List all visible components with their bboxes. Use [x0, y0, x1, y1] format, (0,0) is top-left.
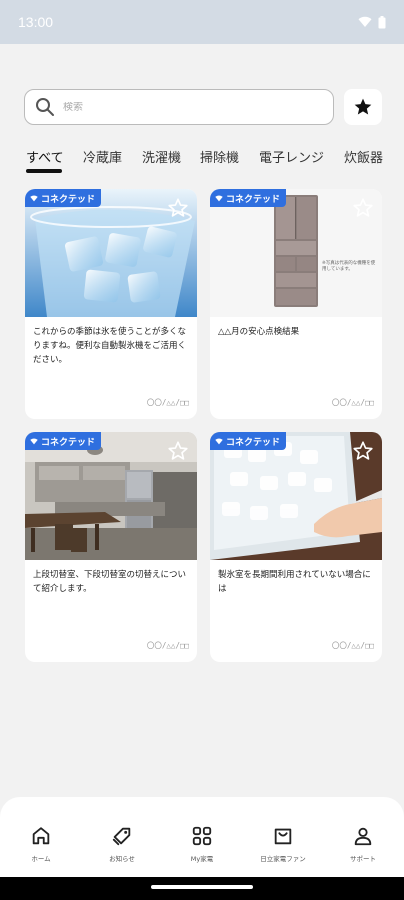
- nav-label: ホーム: [31, 855, 51, 863]
- person-icon: [354, 827, 372, 846]
- connected-badge: コネクテッド: [210, 189, 287, 207]
- connected-badge: コネクテッド: [25, 189, 102, 207]
- nav-fan-club[interactable]: 日立家電ファン: [243, 825, 323, 863]
- tab-all[interactable]: すべて: [26, 147, 64, 166]
- wifi-icon: [30, 438, 38, 444]
- nav-label: My家電: [190, 855, 214, 863]
- article-card[interactable]: コネクテッド 製氷室を長期間利用されていない場合には 〇〇/△△/□□: [210, 432, 382, 662]
- wifi-icon: [215, 195, 223, 201]
- nav-my-appliances[interactable]: My家電: [162, 825, 242, 863]
- card-date: 〇〇/△△/□□: [331, 398, 374, 407]
- article-card[interactable]: ※写真は代表的な機種を使用しています。 コネクテッド △△月の安心点検結果 〇〇…: [210, 189, 382, 419]
- card-description: 上段切替室、下段切替室の切替えについて紹介します。: [33, 570, 187, 594]
- wifi-icon: [215, 438, 223, 444]
- article-card[interactable]: コネクテッド 上段切替室、下段切替室の切替えについて紹介します。 〇〇/△△/□…: [25, 432, 197, 662]
- card-date: 〇〇/△△/□□: [146, 641, 189, 650]
- star-outline-icon[interactable]: [167, 440, 189, 462]
- tag-icon: [112, 827, 131, 846]
- system-gesture-bar: [0, 877, 404, 900]
- star-outline-icon[interactable]: [352, 440, 374, 462]
- favorites-button[interactable]: [344, 89, 382, 125]
- status-bar: 13:00: [0, 0, 404, 44]
- search-input[interactable]: [63, 101, 303, 113]
- grid-icon: [192, 826, 212, 846]
- tab-vacuum[interactable]: 掃除機: [200, 147, 239, 166]
- card-date: 〇〇/△△/□□: [331, 641, 374, 650]
- nav-label: サポート: [350, 855, 376, 863]
- nav-support[interactable]: サポート: [323, 825, 403, 863]
- badge-label: コネクテッド: [41, 437, 96, 448]
- article-card[interactable]: コネクテッド これからの季節は氷を使うことが多くなりますね。便利な自動製氷機をご…: [25, 189, 197, 419]
- active-tab-indicator: [26, 169, 62, 173]
- search-bar[interactable]: [24, 89, 334, 125]
- tab-microwave[interactable]: 電子レンジ: [259, 147, 324, 166]
- card-description: これからの季節は氷を使うことが多くなりますね。便利な自動製氷機をご活用ください。: [33, 327, 187, 365]
- connected-badge: コネクテッド: [210, 432, 287, 450]
- search-icon: [36, 98, 54, 116]
- star-filled-icon: [354, 98, 372, 115]
- wifi-icon: [30, 195, 38, 201]
- nav-label: お知らせ: [109, 855, 135, 863]
- tab-refrigerator[interactable]: 冷蔵庫: [83, 147, 122, 166]
- tab-washing-machine[interactable]: 洗濯機: [142, 147, 181, 166]
- home-icon: [32, 827, 50, 845]
- category-tabs: すべて 冷蔵庫 洗濯機 掃除機 電子レンジ 炊飯器: [0, 140, 404, 176]
- bag-icon: [274, 828, 292, 845]
- nav-notifications[interactable]: お知らせ: [82, 825, 162, 863]
- wifi-icon: [358, 16, 372, 27]
- tab-rice-cooker[interactable]: 炊飯器: [344, 147, 383, 166]
- image-caption: ※写真は代表的な機種を使用しています。: [322, 261, 376, 272]
- card-description: △△月の安心点検結果: [218, 327, 300, 337]
- bottom-navigation: ホーム お知らせ My家電 日立家電ファン サポート: [0, 797, 404, 877]
- star-outline-icon[interactable]: [167, 197, 189, 219]
- status-time: 13:00: [18, 14, 54, 30]
- battery-icon: [378, 15, 386, 28]
- nav-home[interactable]: ホーム: [1, 825, 81, 863]
- home-indicator[interactable]: [151, 885, 253, 889]
- star-outline-icon[interactable]: [352, 197, 374, 219]
- connected-badge: コネクテッド: [25, 432, 102, 450]
- status-icons: [358, 15, 386, 29]
- badge-label: コネクテッド: [41, 194, 96, 205]
- badge-label: コネクテッド: [226, 437, 281, 448]
- nav-label: 日立家電ファン: [260, 855, 306, 863]
- badge-label: コネクテッド: [226, 194, 281, 205]
- card-date: 〇〇/△△/□□: [146, 398, 189, 407]
- card-description: 製氷室を長期間利用されていない場合には: [218, 570, 371, 594]
